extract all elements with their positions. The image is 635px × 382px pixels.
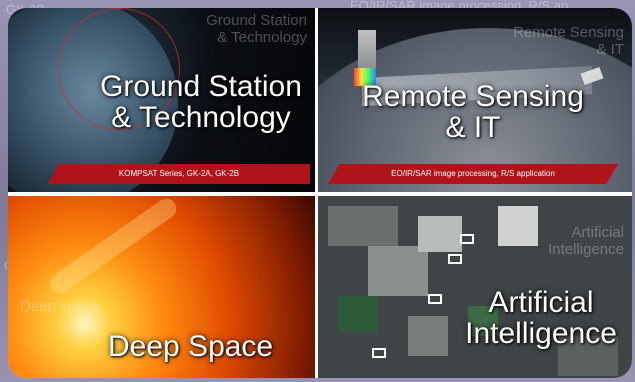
tree-area — [338, 296, 378, 332]
building — [418, 216, 462, 252]
detection-box — [448, 254, 462, 264]
tile-banner: EO/IR/SAR image processing, R/S applicat… — [328, 164, 618, 184]
building — [408, 316, 448, 356]
ghost-title: Ground Station & Technology — [206, 12, 307, 47]
tile-artificial-intelligence: Artificial Intelligence Artificial Intel… — [318, 196, 632, 378]
tile-title: Ground Station & Technology — [100, 70, 302, 134]
image-collage: Ground Station & Technology Ground Stati… — [8, 8, 632, 378]
detection-box — [428, 294, 442, 304]
tile-ground-station: Ground Station & Technology Ground Stati… — [8, 8, 315, 192]
solar-prominence — [45, 196, 181, 298]
tile-title: Artificial Intelligence — [465, 286, 617, 350]
detection-box — [460, 234, 474, 244]
tile-title: Deep Space — [108, 330, 274, 363]
ghost-title: Artificial Intelligence — [548, 224, 624, 259]
building — [328, 206, 398, 246]
tile-deep-space: Deep space Deep Space — [8, 196, 315, 378]
tile-banner: KOMPSAT Series, GK-2A, GK-2B — [48, 164, 310, 184]
building — [368, 246, 428, 296]
tile-remote-sensing: Remote Sensing & IT Remote Sensing & IT … — [318, 8, 632, 192]
detection-box — [372, 348, 386, 358]
tile-title: Remote Sensing & IT — [362, 80, 584, 144]
building — [498, 206, 538, 246]
ghost-title: Deep space — [20, 298, 101, 315]
ghost-title: Remote Sensing & IT — [513, 24, 624, 59]
